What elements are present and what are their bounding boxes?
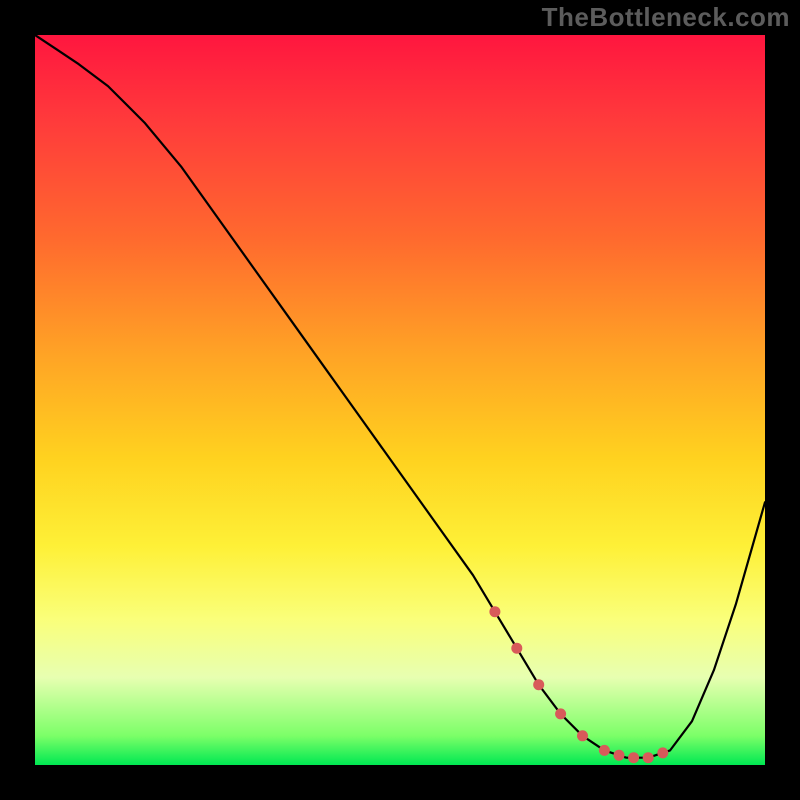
trough-marker — [643, 752, 654, 763]
watermark-text: TheBottleneck.com — [542, 2, 790, 33]
plot-area — [35, 35, 765, 765]
trough-marker — [511, 643, 522, 654]
trough-marker — [614, 750, 625, 761]
trough-marker — [628, 752, 639, 763]
trough-marker — [577, 730, 588, 741]
chart-frame: TheBottleneck.com — [0, 0, 800, 800]
trough-marker — [599, 745, 610, 756]
trough-markers — [489, 606, 668, 763]
bottleneck-curve — [35, 35, 765, 758]
curve-svg — [35, 35, 765, 765]
trough-marker — [657, 747, 668, 758]
trough-marker — [555, 708, 566, 719]
trough-marker — [489, 606, 500, 617]
trough-marker — [533, 679, 544, 690]
